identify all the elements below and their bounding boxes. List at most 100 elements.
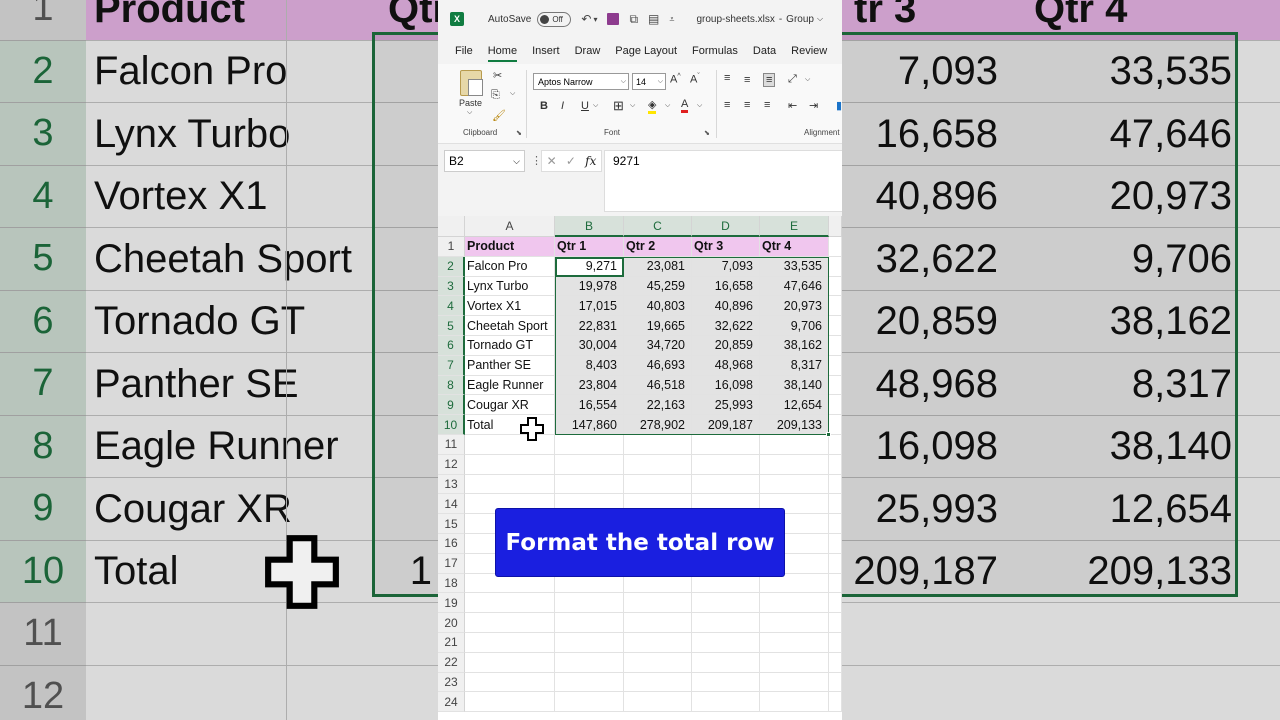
cell-f19[interactable] <box>829 593 842 614</box>
cell-d21[interactable] <box>692 633 760 653</box>
cell-a3[interactable]: Lynx Turbo <box>465 276 555 297</box>
row-header-7[interactable]: 7 <box>438 355 465 376</box>
cell-d4[interactable]: 40,896 <box>692 296 760 317</box>
copy-icon[interactable]: ⎘ <box>491 89 500 102</box>
cell-c24[interactable] <box>624 692 692 713</box>
borders-icon[interactable]: ⊞ <box>613 98 624 114</box>
cell-f13[interactable] <box>829 474 842 495</box>
cell-a2[interactable]: Falcon Pro <box>465 256 555 277</box>
paste-dropdown-icon[interactable]: ⌵ <box>467 109 472 117</box>
row-header-12[interactable]: 12 <box>438 454 465 475</box>
row-header-10[interactable]: 10 <box>438 415 465 435</box>
align-bottom-icon[interactable]: ≡ <box>763 73 776 87</box>
cell-b6[interactable]: 30,004 <box>555 336 624 356</box>
chevron-down-icon[interactable]: ⌵ <box>817 14 823 24</box>
fill-handle[interactable] <box>826 432 831 437</box>
cell-a13[interactable] <box>465 474 555 495</box>
cell-f7[interactable] <box>829 355 842 376</box>
row-header-20[interactable]: 20 <box>438 613 465 633</box>
cell-a6[interactable]: Tornado GT <box>465 336 555 356</box>
column-header-d[interactable]: D <box>692 216 760 237</box>
cell-d23[interactable] <box>692 672 760 693</box>
cell-a4[interactable]: Vortex X1 <box>465 296 555 317</box>
insert-function-button[interactable]: fx <box>585 154 596 168</box>
autosave-toggle[interactable]: Off <box>537 11 572 27</box>
cell-f12[interactable] <box>829 454 842 475</box>
decrease-indent-icon[interactable]: ⇤ <box>788 99 797 112</box>
cell-e23[interactable] <box>760 672 829 693</box>
cell-a9[interactable]: Cougar XR <box>465 395 555 416</box>
cell-c11[interactable] <box>624 435 692 455</box>
cell-a20[interactable] <box>465 613 555 633</box>
bold-button[interactable]: B <box>540 100 548 112</box>
font-launcher-icon[interactable]: ⬊ <box>704 129 710 137</box>
cell-e22[interactable] <box>760 652 829 673</box>
cell-d11[interactable] <box>692 435 760 455</box>
cell-f11[interactable] <box>829 435 842 455</box>
cell-e5[interactable]: 9,706 <box>760 316 829 336</box>
tab-page-layout[interactable]: Page Layout <box>615 45 677 57</box>
cell-c12[interactable] <box>624 454 692 475</box>
cell-e3[interactable]: 47,646 <box>760 276 829 297</box>
merge-icon[interactable]: ▮ <box>836 99 842 112</box>
row-header-19[interactable]: 19 <box>438 593 465 614</box>
cell-c8[interactable]: 46,518 <box>624 375 692 396</box>
cell-e13[interactable] <box>760 474 829 495</box>
cell-b8[interactable]: 23,804 <box>555 375 624 396</box>
cell-a22[interactable] <box>465 652 555 673</box>
column-header-f[interactable] <box>829 216 842 237</box>
tab-home[interactable]: Home <box>487 45 518 62</box>
paste-label[interactable]: Paste <box>459 98 482 108</box>
align-left-icon[interactable]: ≡ <box>724 99 730 111</box>
row-header-21[interactable]: 21 <box>438 633 465 653</box>
cell-d9[interactable]: 25,993 <box>692 395 760 416</box>
align-middle-icon[interactable]: ≡ <box>744 74 750 86</box>
cell-c21[interactable] <box>624 633 692 653</box>
cell-b23[interactable] <box>555 672 624 693</box>
worksheet-grid[interactable]: A B C D E 1 Product Qtr 1 Qtr 2 Qtr 3 Qtr 4 2 Falcon… <box>438 216 842 720</box>
cell-b3[interactable]: 19,978 <box>555 276 624 297</box>
cell-b11[interactable] <box>555 435 624 455</box>
row-header-5[interactable]: 5 <box>438 316 465 336</box>
paste-icon[interactable] <box>460 70 483 96</box>
cell-b9[interactable]: 16,554 <box>555 395 624 416</box>
cell-b4[interactable]: 17,015 <box>555 296 624 317</box>
italic-button[interactable]: I <box>561 100 564 112</box>
row-header-3[interactable]: 3 <box>438 276 465 297</box>
align-top-icon[interactable]: ≡ <box>724 72 730 84</box>
increase-font-icon[interactable]: A^ <box>670 73 681 86</box>
cell-d3[interactable]: 16,658 <box>692 276 760 297</box>
cell-a19[interactable] <box>465 593 555 614</box>
clipboard-launcher-icon[interactable]: ⬊ <box>516 129 522 137</box>
row-header-8[interactable]: 8 <box>438 375 465 396</box>
increase-indent-icon[interactable]: ⇥ <box>809 99 818 112</box>
align-right-icon[interactable]: ≡ <box>764 99 770 111</box>
orientation-dropdown-icon[interactable]: ⌵ <box>805 76 810 84</box>
row-header-4[interactable]: 4 <box>438 296 465 317</box>
select-all-corner[interactable] <box>438 216 465 237</box>
font-size-select[interactable]: 14 ⌵ <box>632 73 666 90</box>
cell-c22[interactable] <box>624 652 692 673</box>
cell-d1[interactable]: Qtr 3 <box>692 237 760 257</box>
tab-file[interactable]: File <box>455 45 473 57</box>
cell-f23[interactable] <box>829 672 842 693</box>
cell-e6[interactable]: 38,162 <box>760 336 829 356</box>
cell-a5[interactable]: Cheetah Sport <box>465 316 555 336</box>
row-header-16[interactable]: 16 <box>438 534 465 554</box>
row-header-1[interactable]: 1 <box>438 237 465 257</box>
group-label[interactable]: Group <box>786 14 814 25</box>
cell-c6[interactable]: 34,720 <box>624 336 692 356</box>
underline-button[interactable]: U <box>581 100 589 112</box>
column-header-a[interactable]: A <box>465 216 555 237</box>
cell-b21[interactable] <box>555 633 624 653</box>
undo-icon[interactable]: ↶ <box>581 12 591 26</box>
fill-color-dropdown-icon[interactable]: ⌵ <box>665 102 670 110</box>
cell-e21[interactable] <box>760 633 829 653</box>
column-header-c[interactable]: C <box>624 216 692 237</box>
cell-c1[interactable]: Qtr 2 <box>624 237 692 257</box>
cell-a12[interactable] <box>465 454 555 475</box>
cell-a23[interactable] <box>465 672 555 693</box>
decrease-font-icon[interactable]: Aˇ <box>690 73 700 86</box>
customize-toolbar-icon[interactable]: ⩡ <box>669 14 674 25</box>
cell-f8[interactable] <box>829 375 842 396</box>
